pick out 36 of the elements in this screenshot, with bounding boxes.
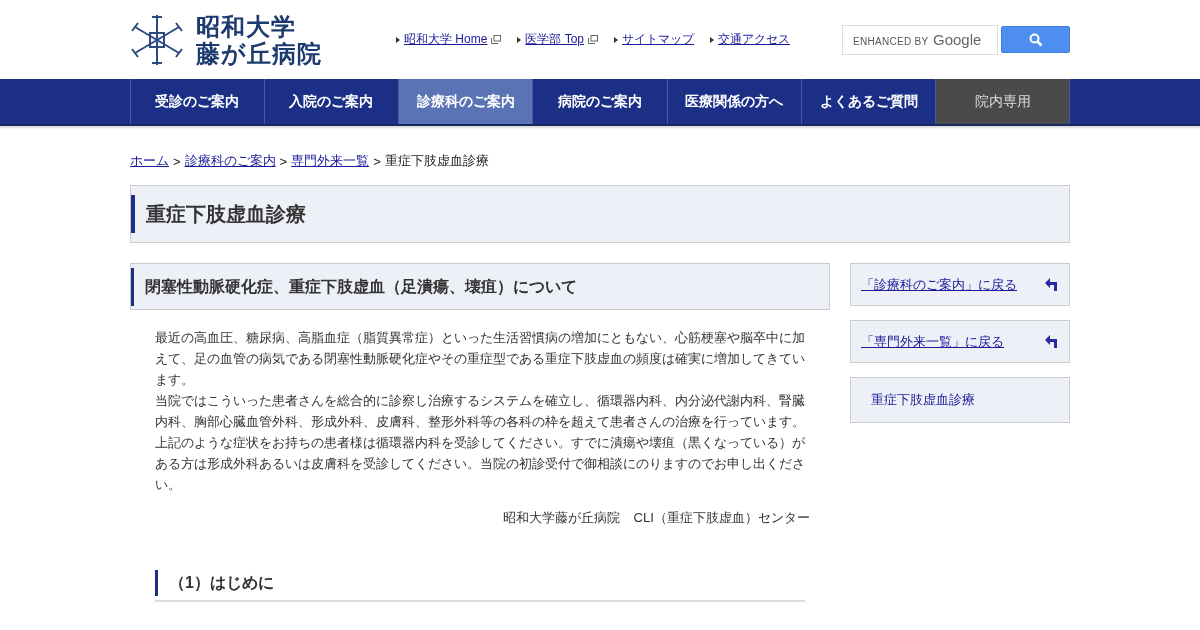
- external-link-icon: [588, 35, 599, 44]
- subsection-heading: （1）はじめに: [155, 570, 805, 596]
- signature-text: 昭和大学藤が丘病院 CLI（重症下肢虚血）センター: [503, 510, 810, 525]
- external-link-icon: [491, 35, 502, 44]
- header-link[interactable]: 医学部 Top: [525, 31, 585, 48]
- hospital-logo-text[interactable]: 昭和大学 藤が丘病院: [196, 12, 322, 67]
- header-link[interactable]: 昭和大学 Home: [404, 31, 488, 48]
- sidebar-current-item[interactable]: 重症下肢虚血診療: [850, 377, 1070, 423]
- body-paragraph: 最近の高血圧、糖尿病、高脂血症（脂質異常症）といった生活習慣病の増加にともない、心筋梗塞や脳卒中に加えて、足の血管の病気である閉塞性動脈硬化症やその重症型である重症下肢虚血の頻度は確実に増加してきています。: [155, 329, 806, 389]
- breadcrumb-link[interactable]: ホーム: [130, 152, 169, 170]
- breadcrumb-current: 重症下肢虚血診療: [384, 152, 489, 170]
- nav-tab[interactable]: 医療関係の方へ: [667, 79, 802, 124]
- sidebar-back-link[interactable]: 「診療科のご案内」に戻る: [861, 275, 1017, 294]
- breadcrumb-separator: >: [173, 153, 181, 169]
- page-title: 重症下肢虚血診療: [131, 195, 306, 233]
- body-paragraph: 当院ではこういった患者さんを総合的に診察し治療するシステムを確立し、循環器内科、内分泌代謝内科、腎臓内科、胸部心臓血管外科、形成外科、皮膚科、整形外科等の各科の枠を超えて患者さんの治療を行っています。: [155, 392, 806, 431]
- nav-tab[interactable]: 診療科のご案内: [399, 79, 534, 124]
- search-button[interactable]: [1001, 26, 1070, 53]
- breadcrumb-link[interactable]: 専門外来一覧: [291, 152, 370, 170]
- nav-tab[interactable]: 受診のご案内: [130, 79, 265, 124]
- sidebar-back-link[interactable]: 「専門外来一覧」に戻る: [861, 332, 1004, 351]
- nav-tab[interactable]: 病院のご案内: [533, 79, 668, 124]
- search-branding: ENHANCED BY Google: [853, 30, 982, 49]
- breadcrumb-separator: >: [373, 153, 381, 169]
- body-paragraph: 上記のような症状をお持ちの患者様は循環器内科を受診してください。すでに潰瘍や壊疽（黒くなっている）がある方は形成外科あるいは皮膚科を受診してください。当院の初診受付で御相談にのりますのでお申し出ください。: [155, 434, 806, 494]
- header-link[interactable]: サイトマップ: [622, 31, 695, 48]
- nav-tab[interactable]: 院内専用: [936, 79, 1071, 124]
- breadcrumb-link[interactable]: 診療科のご案内: [184, 152, 276, 170]
- header-link[interactable]: 交通アクセス: [718, 31, 791, 48]
- return-arrow-icon: [1045, 277, 1059, 292]
- return-arrow-icon: [1045, 334, 1059, 349]
- search-field[interactable]: ENHANCED BY Google: [842, 24, 998, 55]
- section-heading: 閉塞性動脈硬化症、重症下肢虚血（足潰瘍、壊疽）について: [131, 267, 577, 306]
- breadcrumb-separator: >: [279, 153, 288, 169]
- snowflake-emblem-icon: [130, 12, 184, 67]
- search-icon: [1028, 32, 1043, 47]
